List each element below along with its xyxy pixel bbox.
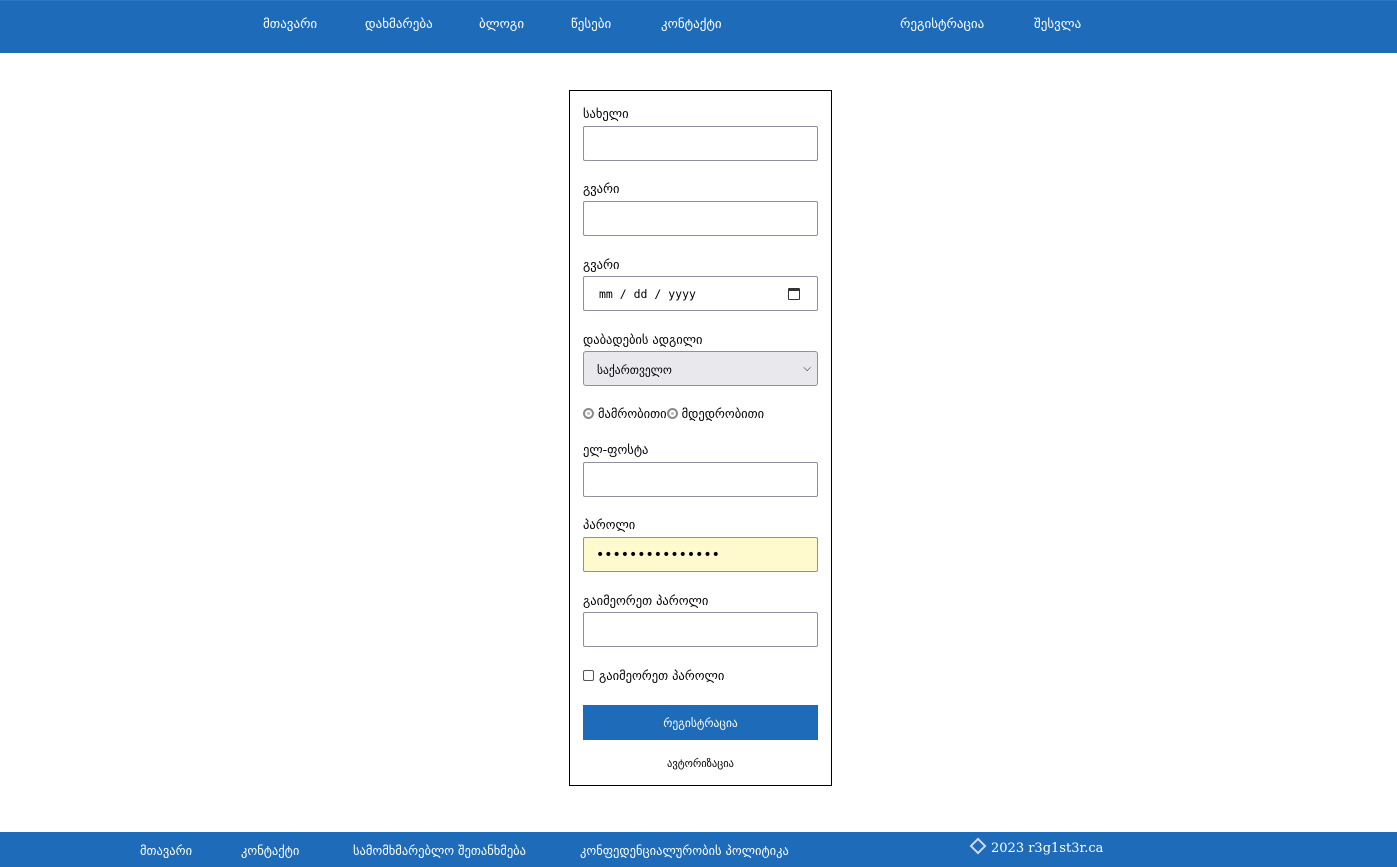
top-navbar: მთავარი დახმარება ბლოგი წესები კონტაქტი … [0,0,1397,53]
birthdate-label: გვარი [583,257,620,272]
repeat-password-label: გაიმეორეთ პაროლი [583,593,709,608]
email-input[interactable] [583,462,818,497]
footer-link-privacy[interactable]: კონფედენციალურობის პოლიტიკა [580,843,789,858]
footer-link-home[interactable]: მთავარი [140,843,192,858]
nav-link-home[interactable]: მთავარი [263,17,317,32]
show-password-row: გაიმეორეთ პაროლი [583,668,724,683]
footer-link-terms[interactable]: სამომხმარებლო შეთანხმება [353,843,526,858]
gender-radio-female[interactable] [666,407,678,419]
first-name-input[interactable] [583,126,818,161]
register-button[interactable]: რეგისტრაცია [583,705,818,740]
last-name-input[interactable] [583,201,818,236]
birthdate-input[interactable]: mm / dd / yyyy [583,276,818,311]
nav-link-blog[interactable]: ბლოგი [479,17,524,32]
nav-link-rules[interactable]: წესები [571,17,611,32]
copyright-text: 2023 r3g1st3r.ca [991,841,1104,856]
birthplace-label: დაბადების ადგილი [583,332,703,347]
gender-male-label: მამრობითი [598,405,667,421]
show-password-label: გაიმეორეთ პაროლი [599,668,725,683]
footer-link-contact[interactable]: კონტაქტი [241,843,299,858]
repeat-password-input[interactable] [583,612,818,647]
nav-link-help[interactable]: დახმარება [365,17,433,32]
chevron-down-icon: ⌵ [803,363,811,374]
nav-link-login[interactable]: შესვლა [1034,17,1081,32]
nav-link-register[interactable]: რეგისტრაცია [900,17,984,32]
nav-link-contact[interactable]: კონტაქტი [661,17,722,32]
show-password-checkbox[interactable] [583,670,594,681]
gender-female-label: მდედრობითი [681,405,765,421]
birthdate-placeholder: mm / dd / yyyy [599,287,696,301]
calendar-icon[interactable] [788,288,800,300]
last-name-label: გვარი [583,181,620,196]
copyright: 2023 r3g1st3r.ca [969,837,1104,856]
gender-radio-male[interactable] [583,407,594,419]
password-input[interactable] [583,537,818,572]
email-label: ელ-ფოსტა [583,442,649,457]
birthplace-select[interactable]: საქართველო ⌵ [583,351,818,386]
login-link[interactable]: ავტორიზაცია [570,758,831,770]
footer: მთავარი კონტაქტი სამომხმარებლო შეთანხმებ… [0,832,1397,867]
first-name-label: სახელი [583,106,629,121]
password-label: პაროლი [583,517,636,532]
logo-icon [969,837,987,854]
registration-form: სახელი გვარი გვარი mm / dd / yyyy დაბადე… [569,90,832,786]
gender-radio-group: მამრობითი მდედრობითი [583,405,764,421]
birthplace-selected-value: საქართველო [597,363,672,377]
